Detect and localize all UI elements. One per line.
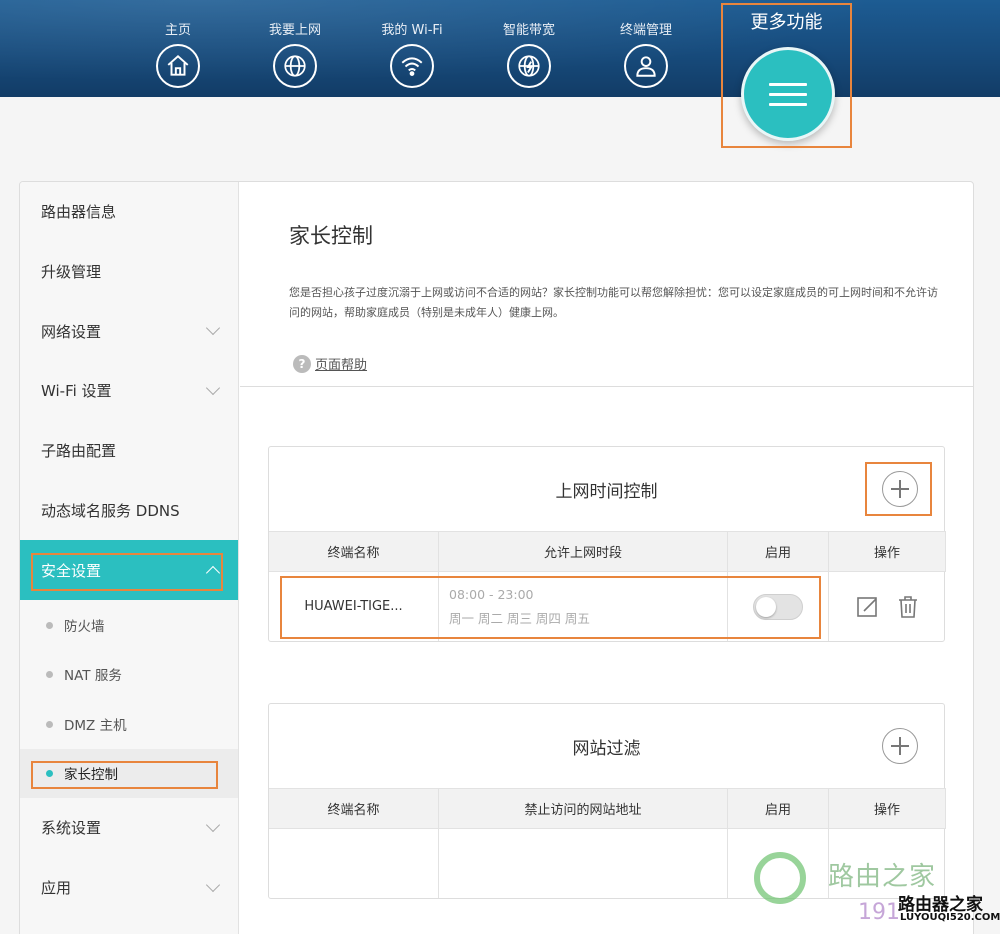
sidebar-sub-dmz[interactable]: DMZ 主机 [20,699,238,749]
trash-icon[interactable] [896,595,920,619]
nav-home-label: 主页 [164,23,191,38]
sidebar-item-ddns[interactable]: 动态域名服务 DDNS [20,480,238,540]
chevron-down-icon [205,817,221,833]
main-panel: 路由器信息 升级管理 网络设置 Wi-Fi 设置 子路由配置 动态域名服务 DD… [19,181,974,934]
sidebar-item-label: 网络设置 [41,322,102,341]
sidebar-sub-label: DMZ 主机 [64,717,127,734]
wifi-icon [401,57,423,76]
sidebar-item-label: 动态域名服务 DDNS [41,501,180,520]
enable-toggle[interactable] [753,593,803,620]
column-header: 启用 [728,531,829,571]
enable-cell [728,571,829,641]
edit-icon[interactable] [856,595,880,619]
sidebar: 路由器信息 升级管理 网络设置 Wi-Fi 设置 子路由配置 动态域名服务 DD… [20,182,239,934]
column-header: 启用 [728,788,829,828]
bullet-icon [46,671,53,679]
watermark-text: 路由之家 [828,862,937,892]
nav-wifi-label: 我的 Wi-Fi [381,23,443,38]
bandwidth-icon [518,55,540,77]
nav-internet-label: 我要上网 [268,23,321,38]
time-range-cell: 08:00 - 23:00 周一 周二 周三 周四 周五 [439,571,728,641]
nav-bandwidth[interactable]: 智能带宽 [479,20,579,88]
page-description: 您是否担心孩子过度沉溺于上网或访问不合适的网站？家长控制功能可以帮您解除担忧：您… [289,286,938,319]
sidebar-item-label: 系统设置 [41,819,102,838]
column-header: 操作 [829,531,946,571]
sidebar-item-security[interactable]: 安全设置 [20,540,238,601]
sidebar-sub-label: 防火墙 [64,618,105,635]
add-site-rule-button[interactable] [882,728,918,764]
weekdays: 周一 周二 周三 周四 周五 [449,610,590,626]
watermark-logo-icon [754,852,806,904]
bullet-icon [46,621,53,629]
time-range: 08:00 - 23:00 [449,586,534,602]
sidebar-item-system[interactable]: 系统设置 [20,798,238,858]
sidebar-item-router-info[interactable]: 路由器信息 [20,182,238,242]
sidebar-item-network[interactable]: 网络设置 [20,301,238,361]
chevron-down-icon [205,321,221,336]
sidebar-sub-firewall[interactable]: 防火墙 [20,600,238,650]
page-help-link[interactable]: ? 页面帮助 [293,354,367,373]
sidebar-item-label: 应用 [41,879,72,898]
page-title: 家长控制 [289,224,373,248]
nav-devices[interactable]: 终端管理 [596,20,696,88]
sidebar-item-upgrade[interactable]: 升级管理 [20,242,238,302]
content-area: 家长控制 您是否担心孩子过度沉溺于上网或访问不合适的网站？家长控制功能可以帮您解… [240,182,973,934]
add-button-highlight [865,462,932,516]
time-control-title: 上网时间控制 [555,481,658,502]
watermark: 路由之家 191 路由器之家 LUYOUQI520.COM [754,852,1000,934]
user-icon [636,56,656,77]
nav-internet[interactable]: 我要上网 [245,20,345,88]
help-icon: ? [293,354,311,373]
site-filter-title: 网站过滤 [572,738,641,759]
divider [240,386,973,387]
security-highlight [31,553,223,592]
more-features-highlight [721,3,852,148]
column-header: 终端名称 [269,531,439,571]
watermark-url: LUYOUQI520.COM [900,912,1000,923]
operations-cell [829,571,946,641]
bullet-icon [46,720,53,728]
sidebar-item-apps[interactable]: 应用 [20,858,238,918]
column-header: 允许上网时段 [439,531,728,571]
page-help-label: 页面帮助 [315,358,368,373]
time-control-card: 上网时间控制 终端名称 允许上网时段 启用 操作 HUAWEI-TIGE... … [268,446,946,642]
empty-cell [439,828,728,898]
watermark-number: 191 [858,900,900,925]
sidebar-item-label: 升级管理 [41,263,102,282]
home-icon [167,54,189,76]
nav-bandwidth-label: 智能带宽 [502,23,555,38]
sidebar-item-label: 路由器信息 [41,203,117,222]
sidebar-sub-parental[interactable]: 家长控制 [20,748,238,799]
parental-highlight [31,760,218,789]
chevron-down-icon [205,380,221,395]
nav-wifi[interactable]: 我的 Wi-Fi [362,20,462,88]
sidebar-item-label: 子路由配置 [41,442,117,461]
device-name-cell: HUAWEI-TIGE... [269,571,439,641]
column-header: 操作 [829,788,946,828]
sidebar-item-subrouter[interactable]: 子路由配置 [20,421,238,481]
sidebar-item-label: Wi-Fi 设置 [41,382,112,401]
chevron-down-icon [205,877,221,892]
nav-devices-label: 终端管理 [619,23,672,38]
globe-icon [284,55,306,77]
column-header: 终端名称 [269,788,439,828]
sidebar-item-wifi[interactable]: Wi-Fi 设置 [20,361,238,421]
empty-cell [269,828,439,898]
sidebar-sub-nat[interactable]: NAT 服务 [20,650,238,700]
column-header: 禁止访问的网站地址 [439,788,728,828]
nav-home[interactable]: 主页 [128,20,228,88]
sidebar-sub-label: NAT 服务 [64,668,122,685]
time-control-table: 终端名称 允许上网时段 启用 操作 HUAWEI-TIGE... 08:00 -… [269,531,946,641]
